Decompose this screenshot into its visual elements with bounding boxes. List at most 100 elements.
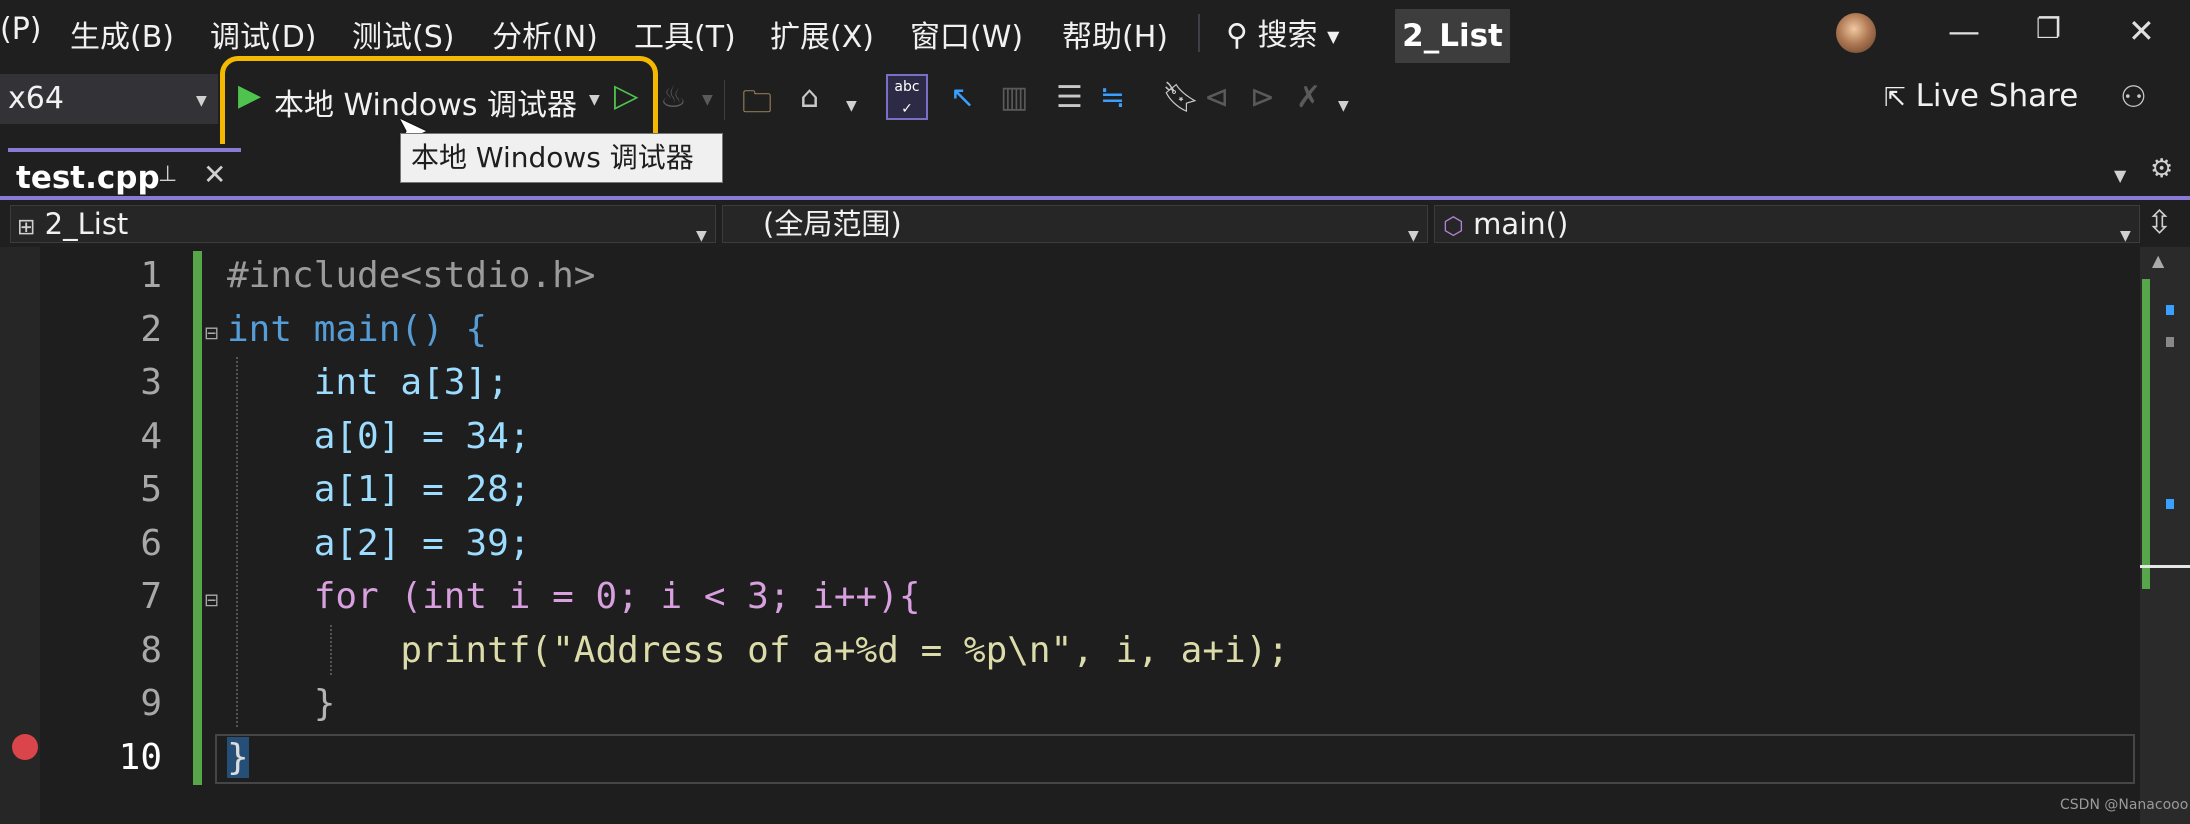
line-number: 4 [140, 416, 162, 457]
bookmark-clear-icon: ✗ [1296, 80, 1322, 115]
code-text: printf("Address of a+%d = %p\n", i, a+i)… [227, 630, 1290, 671]
scroll-up-icon[interactable]: ▲ [2152, 251, 2164, 270]
toolbar-divider [724, 80, 725, 120]
menu-window[interactable]: 窗口(W) [910, 12, 1023, 56]
tab-test-cpp[interactable]: test.cpp ⊥ ✕ [8, 148, 241, 202]
code-line[interactable]: } [227, 737, 249, 778]
live-share-label: Live Share [1915, 78, 2079, 114]
bookmark-prev-icon: ⊲ [1204, 80, 1230, 115]
function-cube-icon: ⬡ [1443, 212, 1464, 240]
code-text: a[0] = 34; [227, 416, 531, 457]
code-line[interactable]: for (int i = 0; i < 3; i++){ [227, 576, 921, 617]
scroll-marker [2166, 337, 2174, 347]
feedback-icon[interactable]: ⚇ [2120, 80, 2147, 115]
code-text: int a[3]; [227, 362, 509, 403]
column-icon: ▥ [1000, 80, 1029, 115]
code-line[interactable]: } [227, 683, 336, 724]
scroll-marker [2166, 305, 2174, 315]
breakpoint-icon[interactable] [12, 734, 38, 760]
line-number: 3 [140, 362, 162, 403]
cursor-select-icon[interactable]: ↖ [950, 80, 975, 115]
toolbar-overflow-icon[interactable]: ▼ [1338, 98, 1349, 114]
code-line[interactable]: printf("Address of a+%d = %p\n", i, a+i)… [227, 630, 1289, 671]
scope-name: (全局范围) [763, 207, 902, 241]
menu-tools[interactable]: 工具(T) [634, 12, 736, 56]
menu-debug[interactable]: 调试(D) [210, 12, 317, 56]
line-number: 1 [140, 255, 162, 296]
line-number-current: 10 [118, 737, 162, 778]
member-dropdown[interactable]: ⬡ main() ▼ [1434, 205, 2140, 244]
code-line[interactable]: int a[3]; [227, 362, 509, 403]
spell-check-icon[interactable]: abc ✓ [886, 74, 928, 120]
collapse-icon[interactable]: ⊟ [204, 323, 219, 344]
project-dropdown[interactable]: ⊞ 2_List ▼ [10, 205, 716, 244]
share-icon: ⇱ [1884, 83, 1906, 113]
line-number: 8 [140, 630, 162, 671]
menu-project[interactable]: (P) [0, 12, 42, 47]
tab-title: test.cpp [16, 160, 160, 196]
collapse-icon[interactable]: ⊟ [204, 590, 219, 611]
indent-icon[interactable]: ☰ [1056, 80, 1083, 115]
tab-list-chevron-icon[interactable]: ▼ [2114, 166, 2126, 185]
chevron-down-icon[interactable]: ▼ [846, 98, 857, 114]
code-line[interactable]: a[0] = 34; [227, 416, 531, 457]
menu-divider [1198, 14, 1200, 52]
line-number: 2 [140, 309, 162, 350]
document-tab-strip: test.cpp ⊥ ✕ ▼ ⚙ [0, 144, 2190, 202]
menu-analyze[interactable]: 分析(N) [492, 12, 598, 56]
code-line[interactable]: #include<stdio.h> [227, 255, 595, 296]
line-number: 5 [140, 469, 162, 510]
close-tab-icon[interactable]: ✕ [203, 158, 226, 191]
code-text: for (int i = 0; i < 3; i++){ [227, 576, 921, 617]
menu-extensions[interactable]: 扩展(X) [770, 12, 874, 56]
avatar[interactable] [1836, 13, 1876, 53]
platform-value: x64 [8, 81, 64, 116]
member-name: main() [1473, 207, 1569, 241]
scroll-caret-marker [2140, 565, 2190, 568]
scroll-change-map [2142, 279, 2150, 589]
bookmark-icon[interactable]: 🔖︎ [1162, 80, 1200, 115]
code-text: } [227, 737, 249, 778]
platform-dropdown[interactable]: x64 ▼ [0, 74, 218, 124]
project-icon: ⊞ [17, 215, 36, 240]
home-window-icon[interactable]: ⌂ [800, 80, 819, 115]
code-text: } [227, 683, 336, 724]
code-line[interactable]: a[2] = 39; [227, 523, 531, 564]
code-text: a[1] = 28; [227, 469, 531, 510]
navigation-bar: ⊞ 2_List ▼ (全局范围) ▼ ⬡ main() ▼ ⇳ [0, 201, 2190, 247]
line-number: 6 [140, 523, 162, 564]
pin-icon[interactable]: ⊥ [158, 162, 177, 187]
line-number: 7 [140, 576, 162, 617]
minimize-icon[interactable]: — [1948, 12, 1980, 50]
tab-accent-bar [0, 196, 2190, 200]
close-icon[interactable]: ✕ [2128, 12, 2155, 50]
code-line[interactable]: int main() { [227, 309, 487, 350]
search-icon: ⚲ [1226, 18, 1248, 53]
chevron-down-icon: ▼ [196, 93, 207, 109]
code-text: #include<stdio.h> [227, 255, 596, 296]
live-share-button[interactable]: ⇱ Live Share [1884, 78, 2078, 114]
scroll-marker [2166, 499, 2174, 509]
comment-lines-icon[interactable]: ≒ [1100, 80, 1125, 115]
hot-reload-icon: ♨ [660, 80, 687, 115]
chevron-down-icon: ▼ [1327, 27, 1340, 46]
bookmark-next-icon: ⊳ [1250, 80, 1276, 115]
line-number: 9 [140, 683, 162, 724]
split-editor-icon[interactable]: ⇳ [2146, 203, 2173, 241]
watermark: CSDN @Nanacooo [2060, 797, 2189, 813]
gear-icon[interactable]: ⚙ [2150, 154, 2173, 184]
code-editor[interactable]: 1 2 3 4 5 6 7 8 9 10 ⊟ ⊟ #include<stdio.… [0, 247, 2190, 824]
code-text: int main() { [227, 309, 488, 350]
menu-test[interactable]: 测试(S) [352, 12, 454, 56]
folder-search-icon[interactable]: 🗀 [742, 80, 772, 131]
scope-dropdown[interactable]: (全局范围) ▼ [722, 205, 1428, 244]
current-line-highlight [215, 734, 2135, 784]
vertical-scrollbar[interactable]: ▲ [2140, 247, 2190, 824]
restore-icon[interactable]: ❐ [2036, 12, 2061, 45]
tooltip: 本地 Windows 调试器 [400, 133, 723, 183]
solution-name-badge: 2_List [1395, 9, 1510, 63]
menu-help[interactable]: 帮助(H) [1062, 12, 1168, 56]
search-button[interactable]: ⚲ 搜索 ▼ [1226, 10, 1339, 54]
menu-build[interactable]: 生成(B) [70, 12, 174, 56]
code-line[interactable]: a[1] = 28; [227, 469, 531, 510]
